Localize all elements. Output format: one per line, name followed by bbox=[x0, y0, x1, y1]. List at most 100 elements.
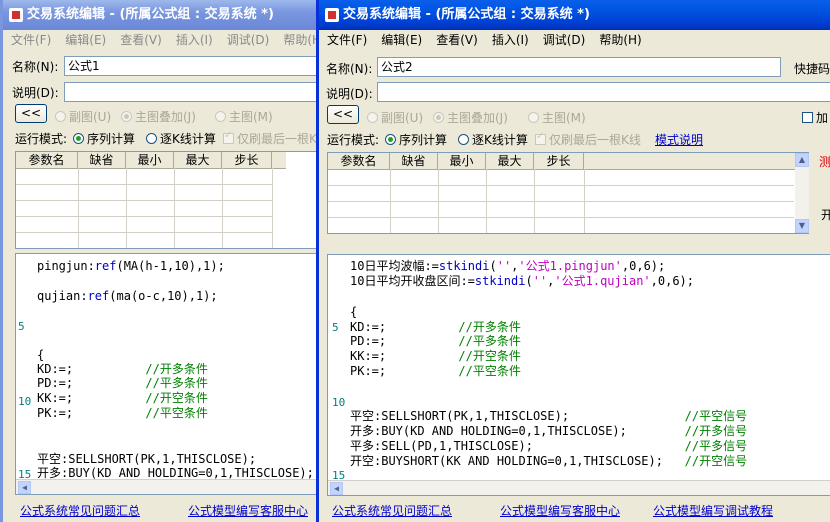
code-line: 10日平均波幅:=stkindi('','公式1.pingjun',0,6); bbox=[350, 259, 666, 273]
mode-seq-radio[interactable]: 序列计算 bbox=[73, 130, 135, 147]
name-input[interactable]: 公式2 bbox=[377, 57, 781, 77]
menu-insert[interactable]: 插入(I) bbox=[492, 30, 529, 50]
desc-label: 说明(D): bbox=[326, 87, 373, 101]
radio-icon bbox=[73, 133, 84, 144]
menu-view[interactable]: 查看(V) bbox=[436, 30, 478, 50]
horizontal-scrollbar[interactable]: ◀ bbox=[16, 479, 316, 494]
collapse-button[interactable]: << bbox=[327, 105, 359, 124]
col-param-name: 参数名 bbox=[16, 152, 78, 168]
code-line: { bbox=[37, 348, 45, 362]
add-checkbox[interactable]: 加 bbox=[802, 109, 828, 126]
horizontal-scrollbar[interactable]: ◀ bbox=[328, 480, 830, 495]
code-line: KD:=; //开多条件 bbox=[37, 362, 208, 376]
code-line: PK:=; //平空条件 bbox=[350, 364, 521, 378]
col-max: 最大 bbox=[174, 152, 222, 168]
title-bar[interactable]: 交易系统编辑 - (所属公式组 : 交易系统 *) bbox=[3, 0, 316, 30]
line-number: 10 bbox=[18, 395, 32, 408]
radio-icon bbox=[433, 112, 444, 123]
mode-seq-radio[interactable]: 序列计算 bbox=[385, 131, 447, 148]
col-step: 步长 bbox=[222, 152, 272, 168]
menu-edit[interactable]: 编辑(E) bbox=[381, 30, 422, 50]
mode-seq-label: 序列计算 bbox=[399, 133, 448, 147]
radio-icon bbox=[146, 133, 157, 144]
radio-icon bbox=[458, 134, 469, 145]
col-default: 缺省 bbox=[390, 153, 438, 169]
code-line: 开空:BUYSHORT(KK AND HOLDING=0,1,THISCLOSE… bbox=[350, 454, 748, 468]
param-vertical-scrollbar[interactable]: ▲ ▼ bbox=[795, 153, 809, 233]
link-service[interactable]: 公式模型编写客服中心 bbox=[500, 502, 620, 519]
scroll-up-icon[interactable]: ▲ bbox=[795, 153, 809, 167]
window-title: 交易系统编辑 - (所属公式组 : 交易系统 *) bbox=[343, 7, 590, 22]
code-editor[interactable]: 5 10 15 10日平均波幅:=stkindi('','公式1.pingjun… bbox=[327, 254, 830, 496]
line-number: 5 bbox=[18, 320, 25, 333]
radio-overlay-label: 主图叠加(J) bbox=[447, 111, 508, 125]
link-service[interactable]: 公式模型编写客服中心 bbox=[188, 502, 308, 519]
col-default: 缺省 bbox=[78, 152, 126, 168]
menu-debug[interactable]: 调试(D) bbox=[227, 30, 270, 50]
mode-help-link[interactable]: 模式说明 bbox=[655, 131, 703, 148]
link-faq[interactable]: 公式系统常见问题汇总 bbox=[332, 502, 452, 519]
name-input[interactable]: 公式1 bbox=[64, 56, 316, 76]
radio-main[interactable]: 主图(M) bbox=[528, 109, 586, 126]
menu-bar: 文件(F) 编辑(E) 查看(V) 插入(I) 调试(D) 帮助(H) bbox=[319, 30, 830, 50]
side-test-label: 测 bbox=[819, 155, 830, 169]
app-icon bbox=[325, 8, 339, 22]
refresh-last-label: 仅刷最后一根K bbox=[237, 132, 316, 146]
title-bar[interactable]: 交易系统编辑 - (所属公式组 : 交易系统 *) bbox=[319, 0, 830, 30]
mode-kline-label: 逐K线计算 bbox=[472, 133, 528, 147]
radio-main-label: 主图(M) bbox=[229, 110, 273, 124]
shortcut-label: 快捷码 bbox=[794, 62, 830, 76]
mode-kline-label: 逐K线计算 bbox=[160, 132, 216, 146]
mode-kline-radio[interactable]: 逐K线计算 bbox=[146, 130, 216, 147]
desc-input[interactable] bbox=[64, 82, 316, 102]
menu-insert[interactable]: 插入(I) bbox=[176, 30, 213, 50]
mode-label: 运行模式: bbox=[327, 133, 380, 147]
code-line: 10日平均开收盘区间:=stkindi('','公式1.qujian',0,6)… bbox=[350, 274, 695, 288]
menu-edit[interactable]: 编辑(E) bbox=[65, 30, 106, 50]
desc-label: 说明(D): bbox=[12, 86, 59, 100]
radio-subfig[interactable]: 副图(U) bbox=[55, 108, 111, 125]
side-open-button[interactable]: 开 bbox=[821, 206, 830, 223]
param-table-header: 参数名 缺省 最小 最大 步长 bbox=[328, 153, 798, 170]
refresh-last-checkbox[interactable]: 仅刷最后一根K bbox=[223, 130, 316, 147]
footer-links: 公式系统常见问题汇总 公式模型编写客服中心 bbox=[3, 499, 316, 521]
scroll-left-icon[interactable]: ◀ bbox=[18, 481, 31, 494]
desc-input[interactable] bbox=[377, 82, 830, 102]
param-table[interactable]: 参数名 缺省 最小 最大 步长 bbox=[327, 152, 809, 234]
scroll-left-icon[interactable]: ◀ bbox=[330, 482, 343, 495]
code-line: 平多:SELL(PD,1,THISCLOSE); //平多信号 bbox=[350, 439, 748, 453]
menu-file[interactable]: 文件(F) bbox=[11, 30, 51, 50]
mode-kline-radio[interactable]: 逐K线计算 bbox=[458, 131, 528, 148]
code-line: PD:=; //平多条件 bbox=[350, 334, 521, 348]
add-label: 加 bbox=[816, 111, 829, 125]
radio-subfig[interactable]: 副图(U) bbox=[367, 109, 423, 126]
code-line: KK:=; //开空条件 bbox=[350, 349, 521, 363]
col-min: 最小 bbox=[438, 153, 486, 169]
radio-icon bbox=[367, 112, 378, 123]
link-tutorial[interactable]: 公式模型编写调试教程 bbox=[653, 502, 773, 519]
scroll-down-icon[interactable]: ▼ bbox=[795, 219, 809, 233]
code-line: KD:=; //开多条件 bbox=[350, 320, 521, 334]
menu-debug[interactable]: 调试(D) bbox=[543, 30, 586, 50]
radio-icon bbox=[55, 111, 66, 122]
formula-editor-window-1: 交易系统编辑 - (所属公式组 : 交易系统 *) 文件(F) 编辑(E) 查看(V… bbox=[0, 0, 316, 522]
param-table-header: 参数名 缺省 最小 最大 步长 bbox=[16, 152, 286, 169]
radio-main[interactable]: 主图(M) bbox=[215, 108, 273, 125]
menu-file[interactable]: 文件(F) bbox=[327, 30, 367, 50]
formula-editor-window-2: 交易系统编辑 - (所属公式组 : 交易系统 *) 文件(F) 编辑(E) 查看(V… bbox=[316, 0, 830, 522]
refresh-last-checkbox[interactable]: 仅刷最后一根K线 bbox=[535, 131, 641, 148]
link-faq[interactable]: 公式系统常见问题汇总 bbox=[20, 502, 140, 519]
menu-help[interactable]: 帮助(H) bbox=[599, 30, 641, 50]
mode-label: 运行模式: bbox=[15, 132, 68, 146]
checkbox-icon bbox=[223, 130, 234, 144]
code-editor[interactable]: 5 10 15 pingjun:ref(MA(h-1,10),1); qujia… bbox=[15, 253, 316, 495]
code-line: 开多:BUY(KD AND HOLDING=0,1,THISCLOSE); //… bbox=[350, 424, 748, 438]
menu-view[interactable]: 查看(V) bbox=[120, 30, 162, 50]
radio-overlay[interactable]: 主图叠加(J) bbox=[121, 108, 196, 125]
menu-help[interactable]: 帮助(H) bbox=[283, 30, 316, 50]
radio-subfig-label: 副图(U) bbox=[381, 111, 424, 125]
name-label: 名称(N): bbox=[12, 60, 59, 74]
collapse-button[interactable]: << bbox=[15, 104, 47, 123]
param-table[interactable]: 参数名 缺省 最小 最大 步长 bbox=[15, 151, 316, 249]
radio-overlay[interactable]: 主图叠加(J) bbox=[433, 109, 508, 126]
